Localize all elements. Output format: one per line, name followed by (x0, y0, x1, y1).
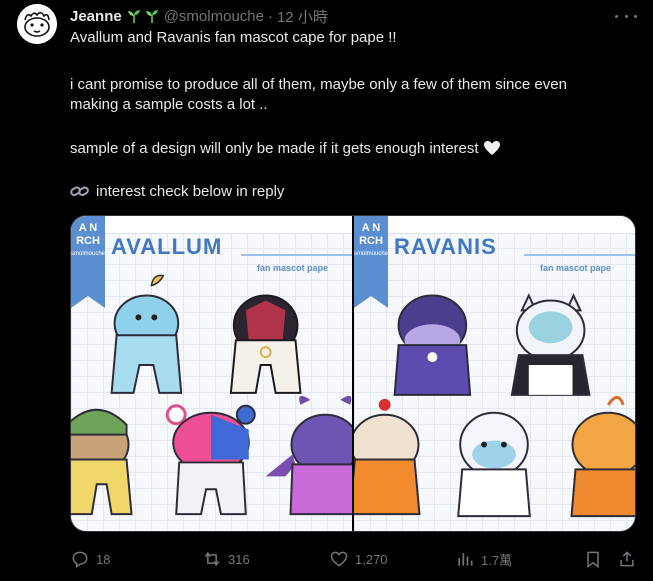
heart-icon (483, 140, 501, 156)
tweet-action-bar: 18 316 1,270 1.7萬 (70, 548, 640, 570)
repost-icon (204, 551, 220, 567)
author-handle[interactable]: @smolmouche (164, 8, 264, 25)
share-button[interactable] (617, 548, 637, 570)
tweet-text-line-with-link: interest check below in reply (70, 182, 640, 202)
like-button[interactable]: 1,270 (329, 548, 388, 570)
repost-button[interactable]: 316 (202, 548, 250, 570)
mascot-illustrations (71, 274, 352, 516)
share-icon (620, 551, 634, 567)
dot-separator: · (267, 7, 273, 25)
reply-button[interactable]: 18 (70, 548, 110, 570)
tweet-header: Jeanne @smolmouche · 12 小時 (70, 6, 639, 26)
tweet-text-line-with-heart: sample of a design will only be made if … (70, 139, 640, 159)
sprout-icon (126, 8, 160, 24)
link-icon (70, 183, 90, 199)
mascot-purple (265, 395, 352, 516)
mascot-white-blue (457, 411, 531, 518)
mascot-green-yellow (71, 408, 133, 516)
views-button[interactable]: 1.7萬 (455, 548, 512, 570)
reply-count: 18 (96, 551, 111, 567)
tweet-text-line: Avallum and Ravanis fan mascot cape for … (70, 29, 397, 46)
media-image-avallum[interactable]: A N RCH smolmouche AVALLUM fan mascot pa… (71, 216, 352, 531)
mascot-illustrations (354, 293, 635, 518)
mascot-white-cat (510, 293, 591, 396)
tweet-text-line: interest check below in reply (96, 183, 285, 200)
views-count: 1.7萬 (481, 552, 513, 568)
like-count: 1,270 (355, 551, 388, 567)
mascot-orange-cherry (354, 398, 421, 516)
repost-count: 316 (228, 551, 250, 567)
media-image-ravanis[interactable]: A N RCH smolmouche RAVANIS fan mascot pa… (354, 216, 635, 531)
tweet-text-line: i cant promise to produce all of them, m… (70, 76, 567, 93)
mascot-blue-sprout (110, 274, 183, 394)
bookmark-button[interactable] (583, 548, 603, 570)
mascot-indigo (393, 294, 472, 396)
bookmark-icon (587, 551, 599, 568)
author-name[interactable]: Jeanne (70, 8, 122, 25)
tweet-text-line: making a sample costs a lot .. (70, 96, 268, 113)
timestamp[interactable]: 12 小時 (277, 6, 328, 27)
like-icon (330, 551, 348, 567)
avatar[interactable] (17, 4, 57, 44)
tweet-media[interactable]: A N RCH smolmouche AVALLUM fan mascot pa… (70, 215, 636, 532)
tweet-text-line: sample of a design will only be made if … (70, 140, 479, 157)
mascot-pink-blue (165, 404, 256, 516)
more-icon[interactable] (615, 8, 637, 24)
mascot-orange (570, 395, 635, 518)
views-icon (458, 553, 473, 566)
reply-icon (72, 551, 88, 568)
mascot-dark-red (229, 294, 302, 394)
